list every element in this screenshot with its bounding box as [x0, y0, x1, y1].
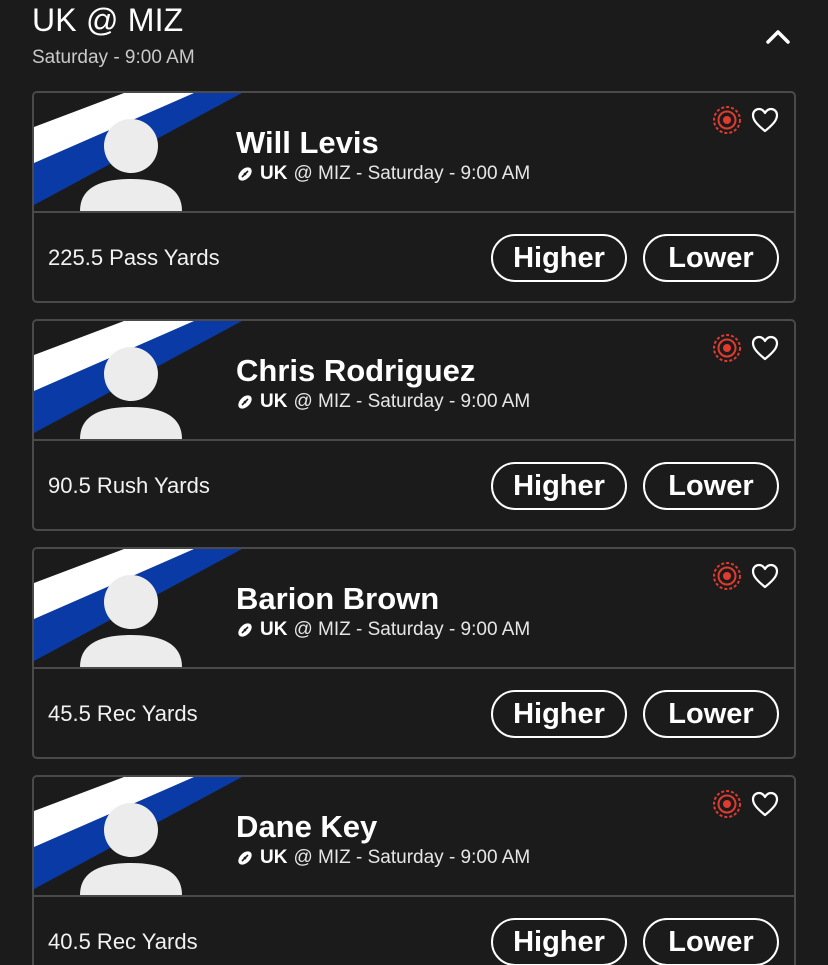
player-card-header: Barion Brown UK @ MIZ - Saturday - 9:00 …	[34, 549, 794, 669]
player-headshot	[34, 777, 244, 895]
target-button[interactable]	[712, 561, 742, 591]
target-button[interactable]	[712, 105, 742, 135]
player-name[interactable]: Dane Key	[236, 809, 377, 845]
target-button[interactable]	[712, 333, 742, 363]
player-card: Will Levis UK @ MIZ - Saturday - 9:00 AM	[32, 91, 796, 303]
heart-icon	[751, 335, 779, 361]
player-card-projection: 40.5 Rec Yards Higher Lower	[34, 897, 794, 965]
target-icon	[713, 790, 741, 818]
matchup-text: @ MIZ - Saturday - 9:00 AM	[293, 391, 531, 412]
card-actions	[712, 561, 780, 591]
football-icon	[238, 167, 252, 181]
player-card: Dane Key UK @ MIZ - Saturday - 9:00 AM 4…	[32, 775, 796, 965]
chevron-up-icon	[766, 30, 790, 44]
player-card-header: Dane Key UK @ MIZ - Saturday - 9:00 AM	[34, 777, 794, 897]
lower-button[interactable]: Lower	[643, 918, 779, 965]
stat-line: 40.5 Rec Yards	[48, 929, 198, 954]
player-card: Chris Rodriguez UK @ MIZ - Saturday - 9:…	[32, 319, 796, 531]
stat-line: 225.5 Pass Yards	[48, 245, 220, 270]
card-actions	[712, 333, 780, 363]
lower-button[interactable]: Lower	[643, 234, 779, 282]
favorite-button[interactable]	[750, 789, 780, 819]
player-name[interactable]: Chris Rodriguez	[236, 353, 475, 389]
heart-icon	[751, 563, 779, 589]
stat-line: 90.5 Rush Yards	[48, 473, 210, 498]
team-abbrev: UK	[260, 619, 288, 640]
player-card-projection: 90.5 Rush Yards Higher Lower	[34, 441, 794, 529]
team-abbrev: UK	[260, 391, 288, 412]
matchup-text: @ MIZ - Saturday - 9:00 AM	[293, 163, 531, 184]
football-icon	[238, 395, 252, 409]
player-card-header: Chris Rodriguez UK @ MIZ - Saturday - 9:…	[34, 321, 794, 441]
football-icon	[238, 623, 252, 637]
collapse-button[interactable]	[760, 18, 796, 54]
matchup-line: UK @ MIZ - Saturday - 9:00 AM	[236, 619, 530, 641]
target-icon	[713, 106, 741, 134]
higher-button[interactable]: Higher	[491, 234, 627, 282]
higher-button[interactable]: Higher	[491, 462, 627, 510]
favorite-button[interactable]	[750, 561, 780, 591]
higher-button[interactable]: Higher	[491, 918, 627, 965]
card-actions	[712, 105, 780, 135]
favorite-button[interactable]	[750, 105, 780, 135]
game-title: UK @ MIZ	[32, 2, 184, 38]
player-card-projection: 45.5 Rec Yards Higher Lower	[34, 669, 794, 757]
player-card-header: Will Levis UK @ MIZ - Saturday - 9:00 AM	[34, 93, 794, 213]
target-button[interactable]	[712, 789, 742, 819]
team-abbrev: UK	[260, 163, 288, 184]
player-card-projection: 225.5 Pass Yards Higher Lower	[34, 213, 794, 301]
player-headshot	[34, 549, 244, 667]
game-time: Saturday - 9:00 AM	[32, 47, 195, 68]
target-icon	[713, 562, 741, 590]
player-name[interactable]: Barion Brown	[236, 581, 439, 617]
player-headshot	[34, 321, 244, 439]
page: UK @ MIZ Saturday - 9:00 AM Will Levis U…	[0, 0, 828, 965]
target-icon	[713, 334, 741, 362]
matchup-text: @ MIZ - Saturday - 9:00 AM	[293, 847, 531, 868]
lower-button[interactable]: Lower	[643, 690, 779, 738]
matchup-line: UK @ MIZ - Saturday - 9:00 AM	[236, 391, 530, 413]
lower-button[interactable]: Lower	[643, 462, 779, 510]
card-actions	[712, 789, 780, 819]
player-card: Barion Brown UK @ MIZ - Saturday - 9:00 …	[32, 547, 796, 759]
favorite-button[interactable]	[750, 333, 780, 363]
stat-line: 45.5 Rec Yards	[48, 701, 198, 726]
game-header: UK @ MIZ Saturday - 9:00 AM	[32, 0, 796, 80]
heart-icon	[751, 107, 779, 133]
matchup-text: @ MIZ - Saturday - 9:00 AM	[293, 619, 531, 640]
higher-button[interactable]: Higher	[491, 690, 627, 738]
player-headshot	[34, 93, 244, 211]
football-icon	[238, 851, 252, 865]
team-abbrev: UK	[260, 847, 288, 868]
matchup-line: UK @ MIZ - Saturday - 9:00 AM	[236, 163, 530, 185]
heart-icon	[751, 791, 779, 817]
matchup-line: UK @ MIZ - Saturday - 9:00 AM	[236, 847, 530, 869]
player-name[interactable]: Will Levis	[236, 125, 379, 161]
